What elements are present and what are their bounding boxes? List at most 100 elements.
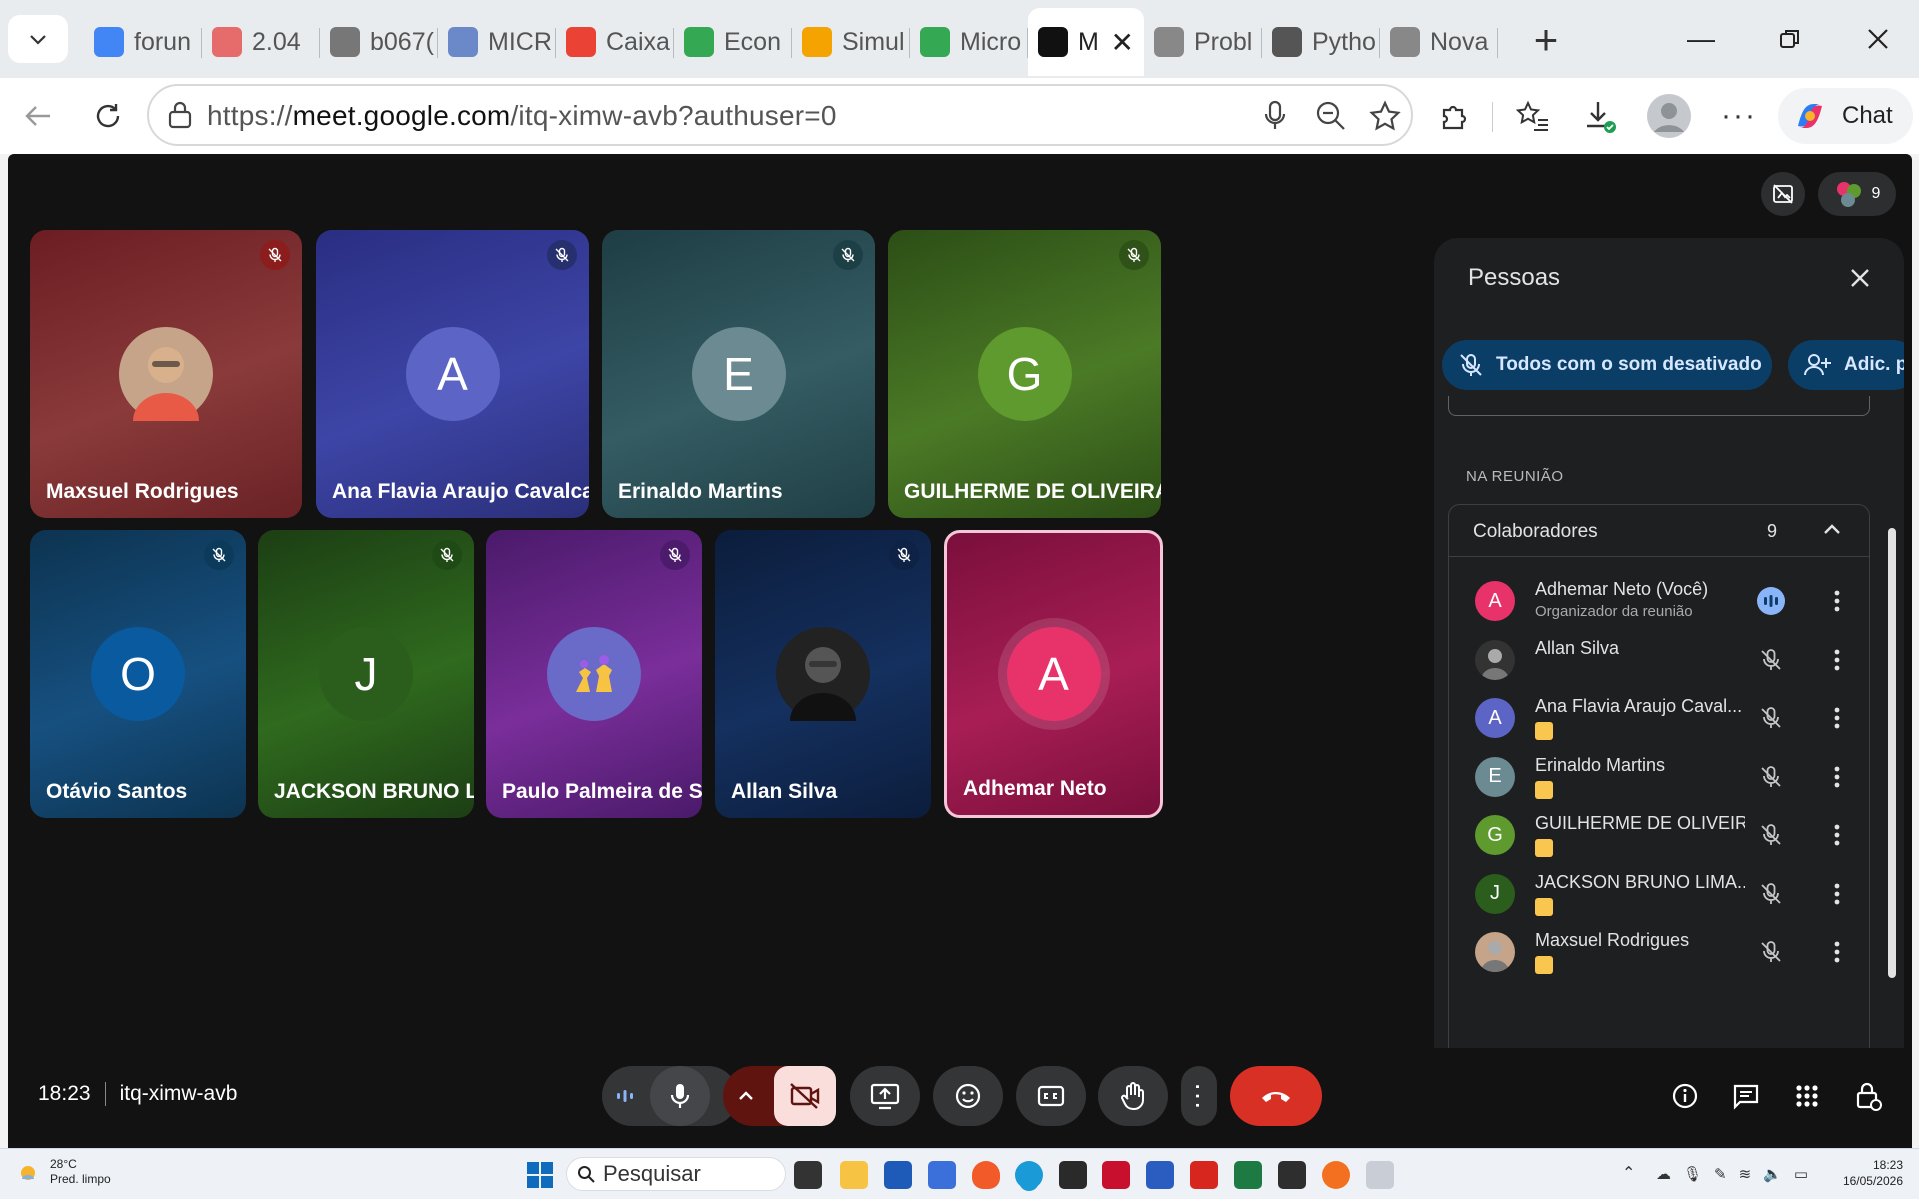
microphone-button[interactable]: [650, 1066, 710, 1126]
taskbar-search[interactable]: Pesquisar: [566, 1157, 786, 1191]
browser-tab[interactable]: forun: [84, 8, 202, 76]
participant-mute-button[interactable]: [1755, 878, 1787, 910]
search-people-field[interactable]: [1448, 396, 1870, 416]
tab-title: forun: [134, 27, 191, 56]
start-button[interactable]: [526, 1161, 554, 1189]
browser-tab[interactable]: Pytho: [1262, 8, 1380, 76]
participant-tile[interactable]: Allan Silva: [715, 530, 931, 818]
browser-tab[interactable]: Caixa: [556, 8, 674, 76]
microphone-icon[interactable]: [1263, 100, 1287, 132]
close-tab-icon[interactable]: ✕: [1111, 26, 1134, 59]
captions-button[interactable]: [1016, 1066, 1086, 1126]
photo-avatar: [119, 327, 213, 421]
browser-tab[interactable]: Probl: [1144, 8, 1262, 76]
leave-call-button[interactable]: [1230, 1066, 1322, 1126]
participant-tile[interactable]: J JACKSON BRUNO LI...: [258, 530, 474, 818]
word-icon[interactable]: [1146, 1161, 1174, 1189]
participant-more-button[interactable]: [1827, 761, 1847, 793]
weather-widget[interactable]: 28°C Pred. limpo: [16, 1157, 111, 1187]
more-options-button[interactable]: ···: [1181, 1066, 1217, 1126]
mic-off-icon: [1761, 882, 1781, 904]
participant-mute-button[interactable]: [1755, 936, 1787, 968]
settings-more-button[interactable]: ···: [1715, 92, 1763, 140]
close-window-button[interactable]: [1842, 14, 1914, 64]
participant-tile[interactable]: Paulo Palmeira de So...: [486, 530, 702, 818]
participant-tile[interactable]: A Adhemar Neto: [944, 530, 1163, 818]
mute-all-button[interactable]: Todos com o som desativado: [1442, 340, 1772, 390]
participants-badge[interactable]: 9: [1818, 172, 1896, 216]
raise-hand-button[interactable]: [1098, 1066, 1168, 1126]
hide-background-button[interactable]: [1761, 172, 1805, 216]
site-info-lock-icon[interactable]: [167, 100, 193, 130]
add-people-button[interactable]: Adic. p: [1788, 340, 1904, 390]
participant-tile[interactable]: A Ana Flavia Araujo Cavalcante: [316, 230, 589, 518]
copilot-chat-button[interactable]: Chat: [1778, 88, 1913, 144]
favorite-star-icon[interactable]: [1369, 100, 1401, 132]
reactions-button[interactable]: [933, 1066, 1003, 1126]
chat-button[interactable]: [1724, 1074, 1768, 1118]
store-icon[interactable]: [928, 1161, 956, 1189]
tab-actions-menu-button[interactable]: [8, 15, 68, 63]
acrobat-icon[interactable]: [1190, 1161, 1218, 1189]
participant-mute-button[interactable]: [1755, 761, 1787, 793]
sticky-app-icon[interactable]: [1059, 1161, 1087, 1189]
snipping-tool-icon[interactable]: [1366, 1161, 1394, 1189]
participant-more-button[interactable]: [1827, 644, 1847, 676]
terminal-icon[interactable]: [1278, 1161, 1306, 1189]
close-people-panel-button[interactable]: [1842, 260, 1878, 296]
back-button[interactable]: [14, 92, 62, 140]
excel-icon[interactable]: [1234, 1161, 1262, 1189]
profile-button[interactable]: [1645, 92, 1693, 140]
participant-more-button[interactable]: [1827, 819, 1847, 851]
show-hidden-icons-chevron-icon[interactable]: ⌃: [1622, 1163, 1635, 1183]
mcafee-icon[interactable]: [1102, 1161, 1130, 1189]
participant-tile[interactable]: G GUILHERME DE OLIVEIRA C...: [888, 230, 1161, 518]
present-screen-button[interactable]: [850, 1066, 920, 1126]
activities-button[interactable]: [1785, 1074, 1829, 1118]
file-explorer-icon[interactable]: [840, 1161, 868, 1189]
participant-more-button[interactable]: [1827, 936, 1847, 968]
browser-tab[interactable]: 2.04: [202, 8, 320, 76]
taskbar-clock[interactable]: 18:23 16/05/2026: [1843, 1157, 1903, 1189]
edge-icon[interactable]: [1015, 1161, 1043, 1189]
participant-mute-button[interactable]: [1755, 644, 1787, 676]
zoom-out-icon[interactable]: [1315, 100, 1347, 132]
url-text[interactable]: https://meet.google.com/itq-ximw-avb?aut…: [207, 100, 837, 132]
browser-tab[interactable]: Simul: [792, 8, 910, 76]
meeting-info: 18:23 itq-ximw-avb: [38, 1082, 237, 1107]
people-panel-scrollbar[interactable]: [1888, 528, 1896, 978]
browser-tab[interactable]: Econ: [674, 8, 792, 76]
brave-icon[interactable]: [972, 1161, 1000, 1189]
new-tab-button[interactable]: +: [1520, 16, 1572, 63]
participant-tile[interactable]: Maxsuel Rodrigues: [30, 230, 302, 518]
browser-tab[interactable]: Nova: [1380, 8, 1498, 76]
browser-tab[interactable]: MICR: [438, 8, 556, 76]
system-tray[interactable]: ☁ 🎙 ✎ ≋ 🔈 ▭: [1656, 1161, 1808, 1187]
downloads-button[interactable]: [1577, 92, 1625, 140]
restore-button[interactable]: [1754, 14, 1826, 64]
collaborators-group-header[interactable]: Colaboradores 9: [1449, 505, 1869, 557]
participant-tile[interactable]: O Otávio Santos: [30, 530, 246, 818]
firefox-icon[interactable]: [1322, 1161, 1350, 1189]
participant-tile[interactable]: E Erinaldo Martins: [602, 230, 875, 518]
favorites-button[interactable]: [1509, 92, 1557, 140]
host-controls-button[interactable]: [1846, 1074, 1890, 1118]
participant-list-item[interactable]: Maxsuel Rodrigues: [1449, 914, 1869, 986]
browser-tab[interactable]: b067(: [320, 8, 438, 76]
participant-more-button[interactable]: [1827, 702, 1847, 734]
speaking-indicator[interactable]: [1755, 585, 1787, 617]
participant-mute-button[interactable]: [1755, 819, 1787, 851]
browser-tab[interactable]: Micro: [910, 8, 1028, 76]
participant-mute-button[interactable]: [1755, 702, 1787, 734]
browser-tab[interactable]: M ✕: [1028, 8, 1144, 76]
reload-button[interactable]: [84, 92, 132, 140]
participant-more-button[interactable]: [1827, 878, 1847, 910]
address-bar[interactable]: https://meet.google.com/itq-ximw-avb?aut…: [147, 84, 1413, 146]
camera-off-button[interactable]: [774, 1066, 836, 1126]
extensions-button[interactable]: [1430, 92, 1478, 140]
app-icon[interactable]: [884, 1161, 912, 1189]
meeting-details-button[interactable]: [1663, 1074, 1707, 1118]
participant-more-button[interactable]: [1827, 585, 1847, 617]
minimize-button[interactable]: —: [1665, 14, 1737, 64]
task-view-icon[interactable]: [794, 1161, 822, 1189]
